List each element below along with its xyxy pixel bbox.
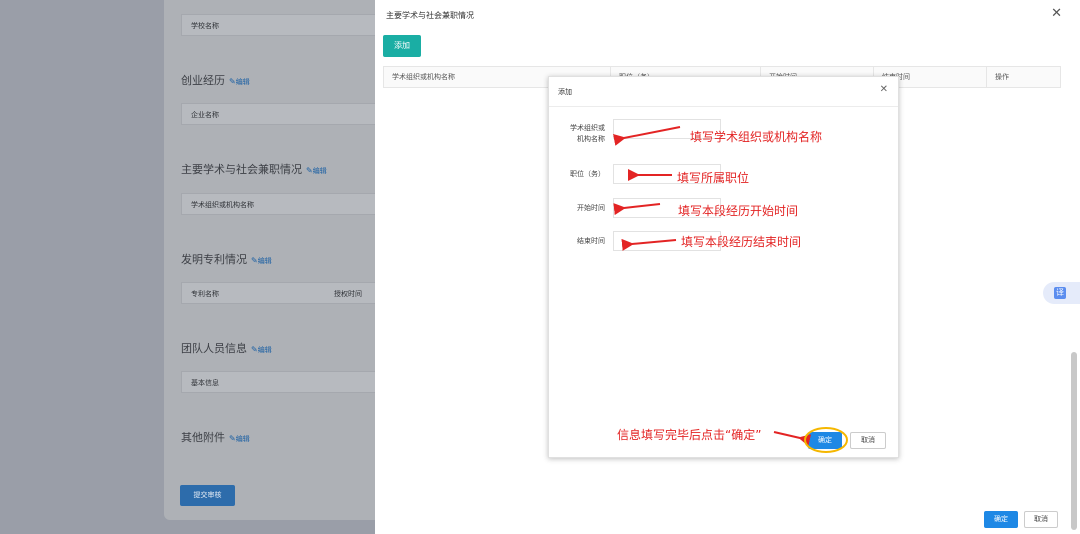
annotation-position: 填写所属职位 bbox=[677, 171, 750, 185]
annotation-start-time: 填写本段经历开始时间 bbox=[678, 204, 799, 218]
annotation-overlay bbox=[613, 126, 848, 453]
arrow-3 bbox=[613, 203, 661, 216]
arrow-4 bbox=[621, 238, 677, 251]
annotation-end-time: 填写本段经历结束时间 bbox=[681, 235, 802, 249]
annotation-org-name: 填写学术组织或机构名称 bbox=[690, 130, 823, 144]
arrow-1 bbox=[613, 126, 681, 146]
annotation-confirm: 信息填写完毕后点击“确定” bbox=[617, 428, 762, 442]
confirm-highlight-ellipse bbox=[804, 427, 848, 453]
arrow-5 bbox=[773, 431, 812, 447]
